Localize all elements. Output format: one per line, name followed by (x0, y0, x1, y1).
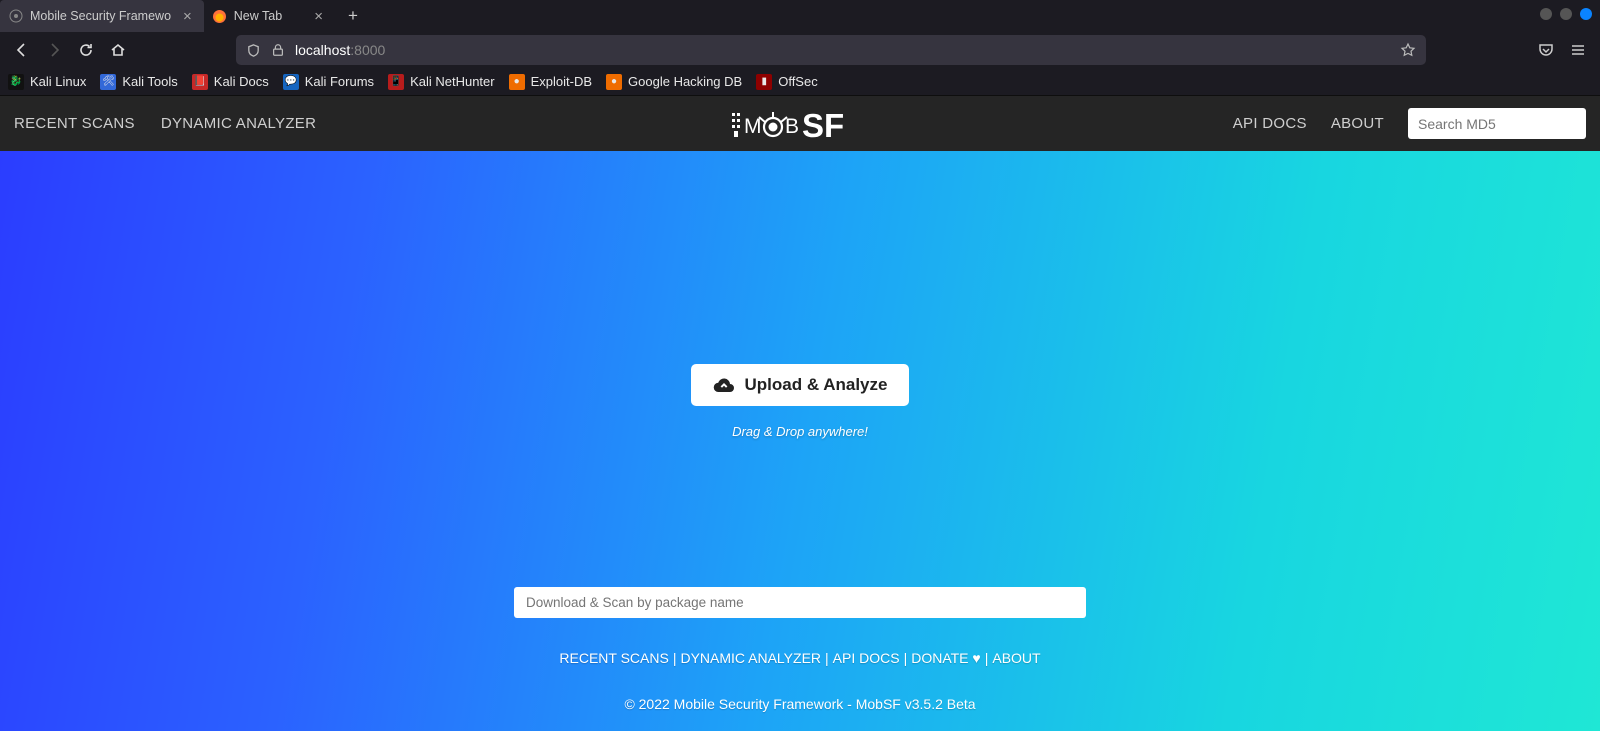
nav-recent-scans[interactable]: RECENT SCANS (14, 115, 135, 132)
favicon-firefox (212, 8, 228, 24)
url-port: :8000 (350, 42, 385, 58)
mobsf-logo[interactable]: M B SF (730, 105, 870, 143)
svg-text:M: M (744, 115, 762, 138)
footer-recent-scans[interactable]: RECENT SCANS (559, 650, 668, 666)
bookmark-label: Google Hacking DB (628, 74, 742, 89)
forward-button[interactable] (40, 36, 68, 64)
bookmark-label: Kali Forums (305, 74, 374, 89)
bookmark-label: Kali NetHunter (410, 74, 495, 89)
dragdrop-hint: Drag & Drop anywhere! (691, 424, 910, 439)
window-close[interactable] (1580, 8, 1592, 20)
bookmark-kali-tools[interactable]: 🛠Kali Tools (100, 74, 177, 90)
bookmark-label: Kali Linux (30, 74, 86, 89)
footer-about[interactable]: ABOUT (992, 650, 1040, 666)
upload-analyze-button[interactable]: Upload & Analyze (691, 364, 910, 406)
footer-links: RECENT SCANS| DYNAMIC ANALYZER| API DOCS… (559, 650, 1040, 666)
url-bar[interactable]: localhost:8000 (236, 35, 1426, 65)
nav-api-docs[interactable]: API DOCS (1233, 115, 1307, 132)
app-nav-right: API DOCS ABOUT (1233, 108, 1586, 139)
svg-text:B: B (785, 115, 799, 138)
url-host: localhost (295, 42, 350, 58)
bookmark-kali-linux[interactable]: 🐉Kali Linux (8, 74, 86, 90)
hero-section: Upload & Analyze Drag & Drop anywhere! R… (0, 151, 1600, 731)
favicon-mobsf (8, 8, 24, 24)
bookmark-ghdb[interactable]: ●Google Hacking DB (606, 74, 742, 90)
tab-new[interactable]: New Tab × (204, 0, 335, 32)
app-nav-left: RECENT SCANS DYNAMIC ANALYZER (14, 115, 316, 132)
search-md5-input[interactable] (1408, 108, 1586, 139)
app-header: RECENT SCANS DYNAMIC ANALYZER M B SF API… (0, 96, 1600, 151)
pocket-icon[interactable] (1532, 36, 1560, 64)
tab-title: Mobile Security Framewo (30, 9, 171, 23)
browser-navbar: localhost:8000 (0, 32, 1600, 68)
shield-icon (246, 43, 261, 58)
upload-label: Upload & Analyze (745, 375, 888, 395)
bookmarks-bar: 🐉Kali Linux 🛠Kali Tools 📕Kali Docs 💬Kali… (0, 68, 1600, 96)
close-tab-icon[interactable]: × (179, 7, 196, 26)
nav-dynamic-analyzer[interactable]: DYNAMIC ANALYZER (161, 115, 316, 132)
close-tab-icon[interactable]: × (310, 7, 327, 26)
bookmark-kali-nethunter[interactable]: 📱Kali NetHunter (388, 74, 495, 90)
back-button[interactable] (8, 36, 36, 64)
package-scan-input[interactable] (514, 587, 1086, 618)
nav-about[interactable]: ABOUT (1331, 115, 1384, 132)
reload-button[interactable] (72, 36, 100, 64)
svg-text:SF: SF (802, 107, 844, 143)
hamburger-menu-icon[interactable] (1564, 36, 1592, 64)
copyright-text: © 2022 Mobile Security Framework - MobSF… (624, 696, 975, 712)
home-button[interactable] (104, 36, 132, 64)
bookmark-exploit-db[interactable]: ●Exploit-DB (509, 74, 592, 90)
tab-title: New Tab (234, 9, 282, 23)
bookmark-offsec[interactable]: ▮OffSec (756, 74, 818, 90)
bookmark-star-icon[interactable] (1400, 42, 1416, 58)
bookmark-kali-forums[interactable]: 💬Kali Forums (283, 74, 374, 90)
footer-api-docs[interactable]: API DOCS (833, 650, 900, 666)
bookmark-label: OffSec (778, 74, 818, 89)
lock-icon (271, 43, 285, 57)
bookmark-kali-docs[interactable]: 📕Kali Docs (192, 74, 269, 90)
footer-dynamic-analyzer[interactable]: DYNAMIC ANALYZER (680, 650, 821, 666)
bookmark-label: Exploit-DB (531, 74, 592, 89)
window-controls (1540, 8, 1592, 20)
cloud-upload-icon (713, 376, 735, 394)
bookmark-label: Kali Docs (214, 74, 269, 89)
window-minimize[interactable] (1540, 8, 1552, 20)
window-maximize[interactable] (1560, 8, 1572, 20)
browser-tabstrip: Mobile Security Framewo × New Tab × + (0, 0, 1600, 32)
footer-donate[interactable]: DONATE ♥ (911, 650, 981, 666)
bookmark-label: Kali Tools (122, 74, 177, 89)
tab-mobsf[interactable]: Mobile Security Framewo × (0, 0, 204, 32)
new-tab-button[interactable]: + (341, 4, 365, 28)
